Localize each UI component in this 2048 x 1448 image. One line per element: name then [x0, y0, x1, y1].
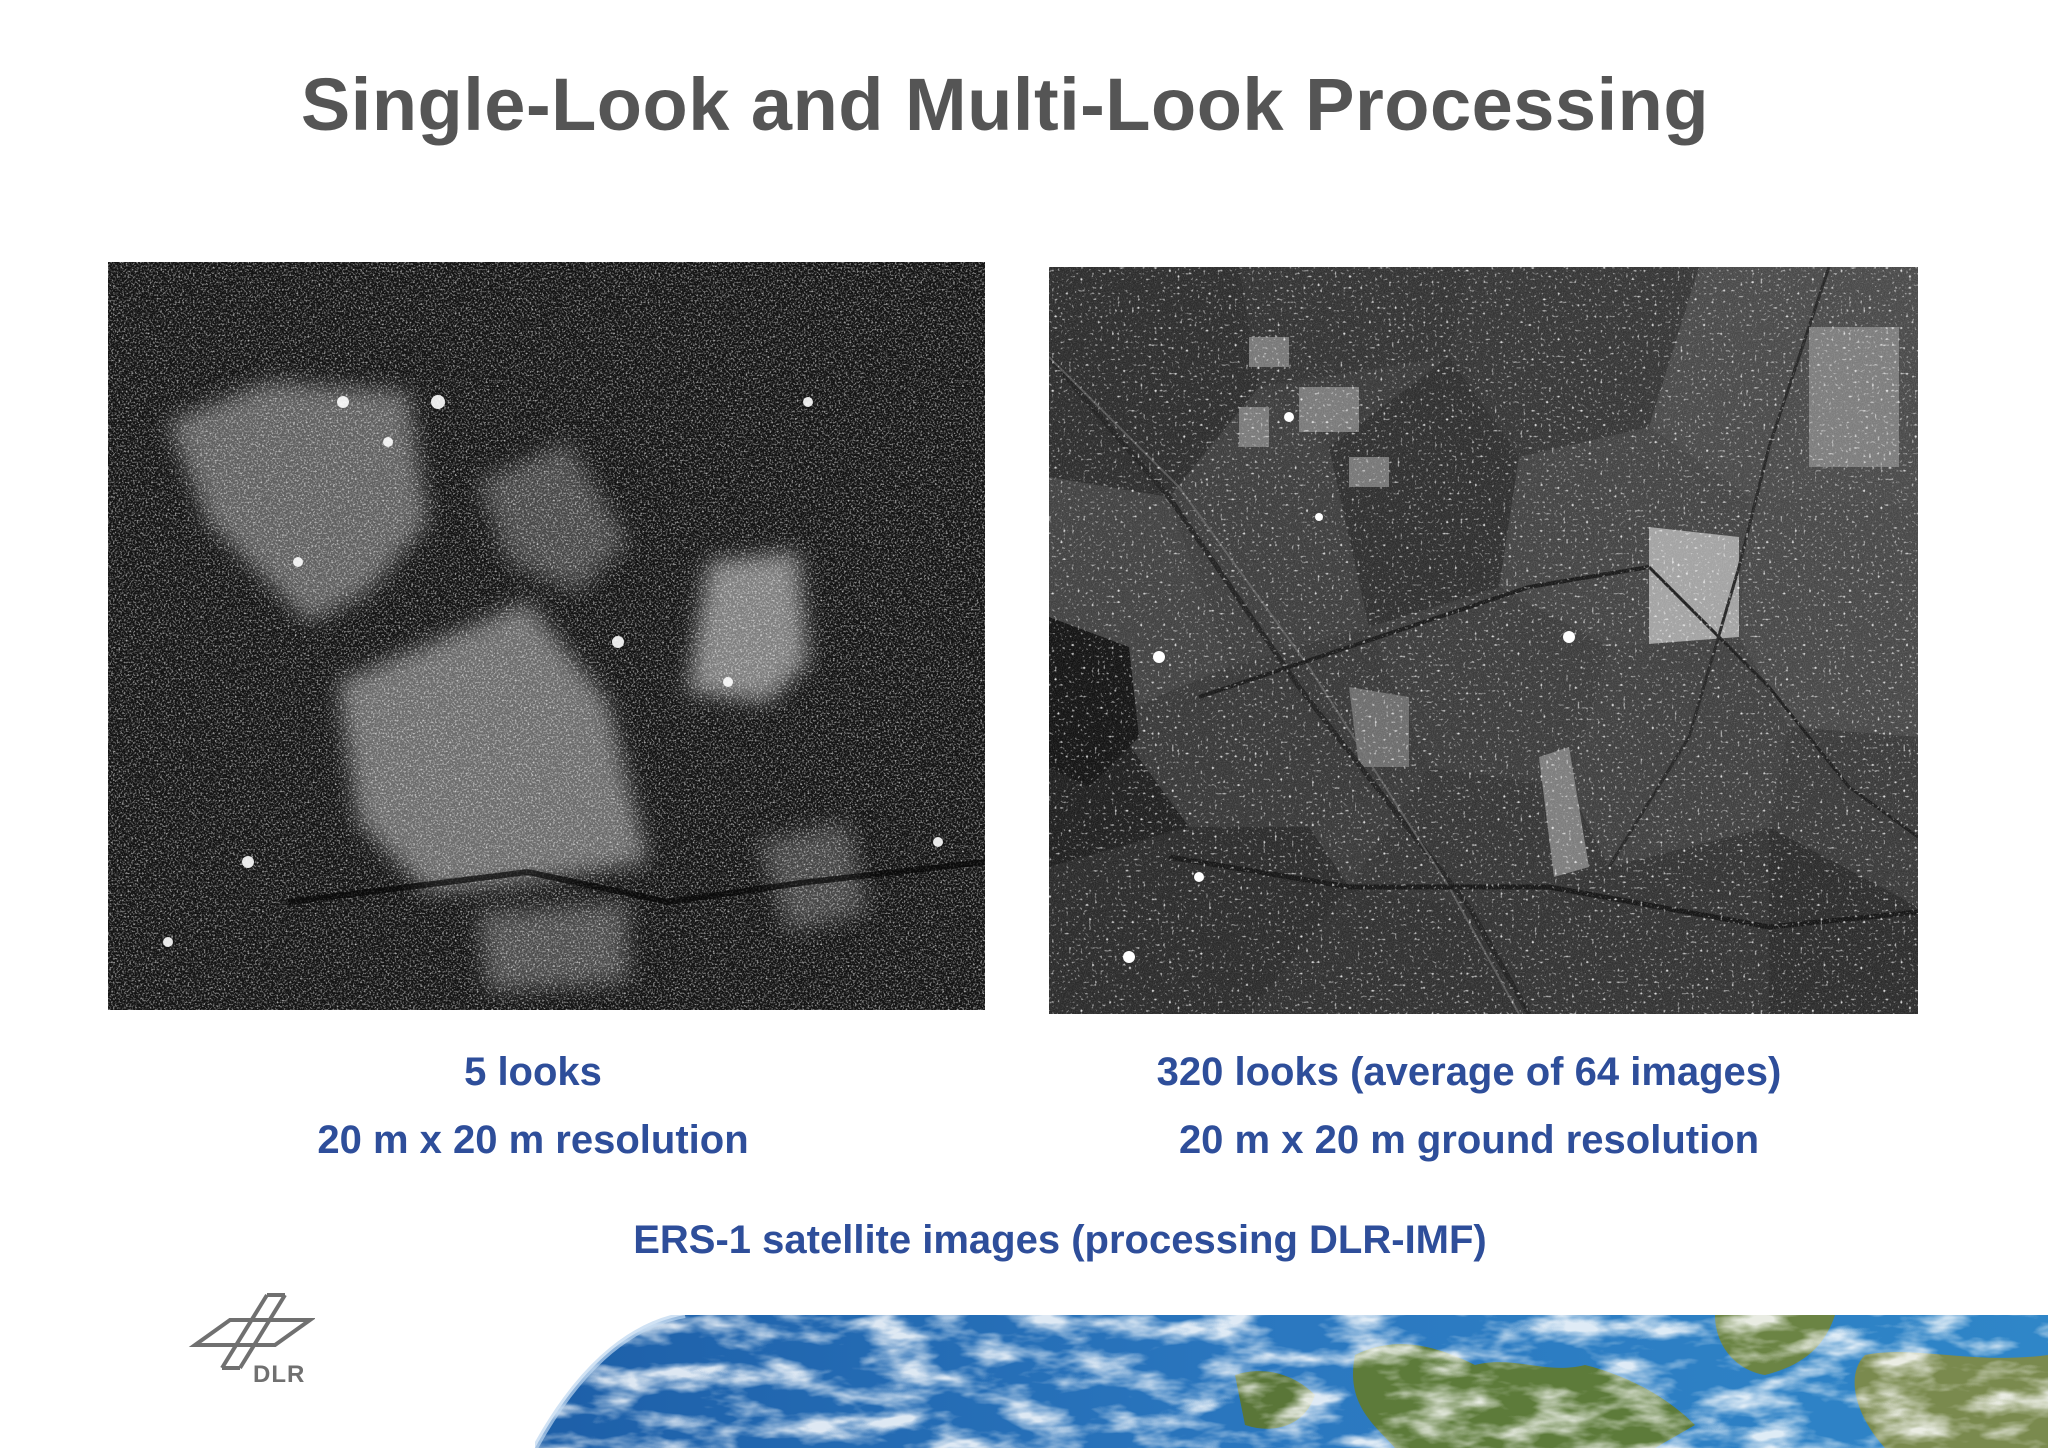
right-caption-looks: 320 looks (average of 64 images) — [1156, 1050, 1782, 1094]
slide-title: Single-Look and Multi-Look Processing — [300, 63, 1710, 146]
sar-multi-look-image — [1049, 267, 1918, 1014]
footer-caption: ERS-1 satellite images (processing DLR-I… — [633, 1218, 1487, 1262]
left-caption-looks: 5 looks — [464, 1050, 602, 1094]
earth-banner-image — [535, 1315, 2048, 1448]
left-caption-resolution: 20 m x 20 m resolution — [317, 1118, 749, 1162]
sar-single-look-image — [108, 262, 985, 1010]
right-caption-resolution: 20 m x 20 m ground resolution — [1178, 1118, 1760, 1162]
logo-text: DLR — [253, 1361, 306, 1388]
